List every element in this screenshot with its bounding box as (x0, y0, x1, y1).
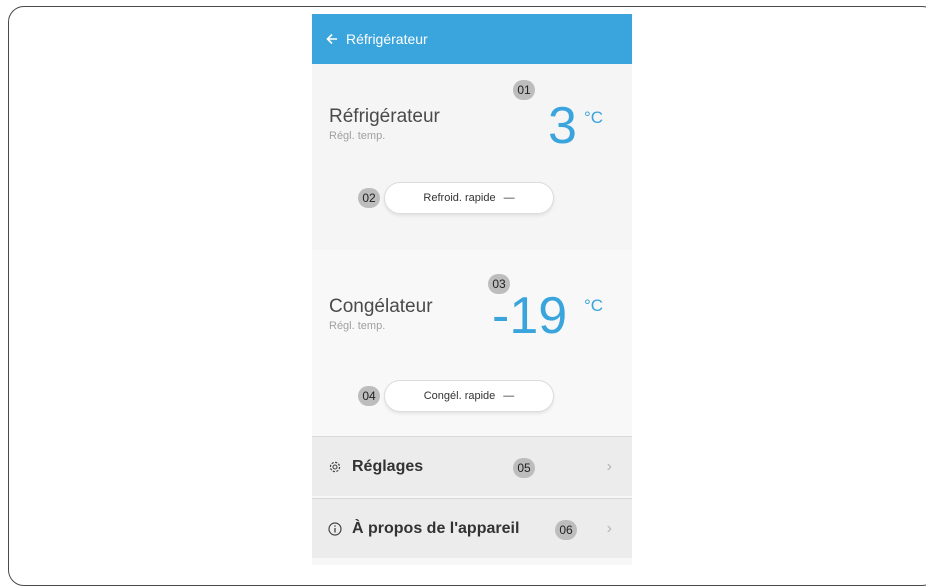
fridge-subtitle: Régl. temp. (329, 130, 386, 142)
callout-badge-01: 01 (513, 80, 535, 100)
fridge-name: Réfrigérateur (329, 106, 440, 127)
page-title: Réfrigérateur (346, 31, 428, 47)
quick-cool-button[interactable]: Refroid. rapide — (384, 182, 554, 214)
quick-freeze-label: Congél. rapide (423, 390, 496, 402)
freezer-subtitle: Régl. temp. (329, 320, 386, 332)
menu-item-about[interactable]: À propos de l'appareil 06 › (312, 498, 632, 558)
quick-cool-label: Refroid. rapide (423, 192, 496, 204)
chevron-right-icon: › (606, 519, 612, 537)
menu-item-label: Réglages (352, 457, 424, 475)
fridge-temperature[interactable]: 3 (548, 100, 577, 152)
quick-freeze-state: — (503, 390, 515, 402)
freezer-section: Congélateur Régl. temp. 03 -19 °C 04 Con… (312, 250, 632, 436)
callout-badge-04: 04 (358, 386, 380, 406)
freezer-temperature[interactable]: -19 (492, 290, 567, 342)
callout-badge-05: 05 (513, 458, 535, 478)
arrow-left-icon (326, 33, 337, 45)
chevron-right-icon: › (606, 457, 612, 475)
freezer-temp-unit: °C (584, 296, 604, 315)
info-icon (328, 521, 342, 536)
menu-item-label: À propos de l'appareil (352, 519, 520, 537)
phone-screen: Réfrigérateur Réfrigérateur Régl. temp. … (312, 14, 632, 565)
quick-cool-state: — (503, 192, 515, 204)
quick-freeze-button[interactable]: Congél. rapide — (384, 380, 554, 412)
fridge-section: Réfrigérateur Régl. temp. 01 3 °C 02 Ref… (312, 64, 632, 250)
callout-badge-06: 06 (555, 520, 577, 540)
freezer-name: Congélateur (329, 296, 433, 317)
fridge-temp-unit: °C (584, 108, 604, 127)
menu-item-settings[interactable]: Réglages 05 › (312, 436, 632, 496)
app-bar: Réfrigérateur (312, 14, 632, 64)
gear-icon (328, 460, 342, 474)
back-button[interactable] (314, 14, 350, 64)
callout-badge-02: 02 (358, 188, 380, 208)
